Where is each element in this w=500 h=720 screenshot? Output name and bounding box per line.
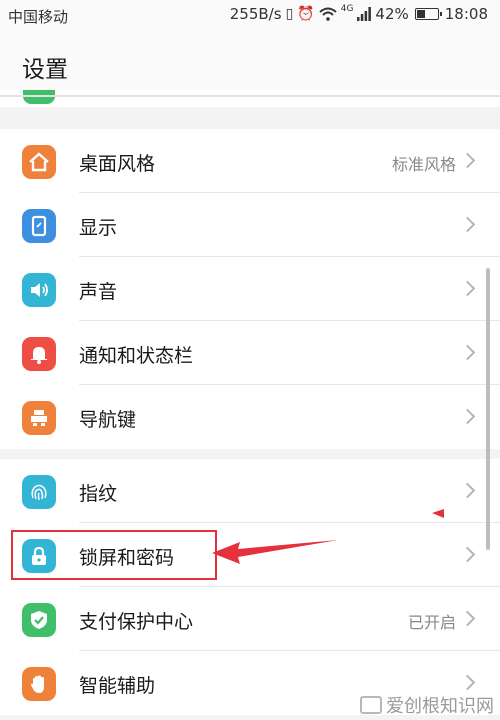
settings-group-security: 指纹 锁屏和密码 支付保护中心 已开启 智能辅助 xyxy=(0,459,500,715)
shield-icon xyxy=(22,603,56,637)
settings-item-value: 标准风格 xyxy=(391,155,456,174)
settings-item-label: 显示 xyxy=(79,217,118,239)
watermark-text: 爱创根知识网 xyxy=(386,696,494,717)
settings-item-navigation[interactable]: 导航键 xyxy=(0,385,500,449)
settings-item-value: 已开启 xyxy=(407,613,456,632)
settings-item-label: 指纹 xyxy=(79,483,118,505)
battery-icon xyxy=(414,8,442,20)
clock: 18:08 xyxy=(444,5,488,23)
network-speed: 255B/s xyxy=(229,5,282,23)
alarm-icon: ⏰ xyxy=(297,6,315,22)
navigation-icon xyxy=(22,401,56,435)
settings-item-bell[interactable]: 通知和状态栏 xyxy=(0,321,500,385)
vibrate-icon: ▯ xyxy=(285,6,294,22)
home-icon xyxy=(22,145,56,179)
chevron-right-icon xyxy=(459,280,476,297)
partial-item-icon xyxy=(23,90,55,104)
hand-icon xyxy=(22,667,56,701)
chevron-right-icon xyxy=(459,216,476,233)
scrollbar[interactable] xyxy=(486,268,490,550)
settings-item-label: 通知和状态栏 xyxy=(79,345,194,367)
carrier-name: 中国移动 xyxy=(8,8,69,26)
watermark-logo xyxy=(360,696,382,714)
display-icon xyxy=(22,209,56,243)
annotation-arrow xyxy=(212,509,444,564)
settings-item-label: 支付保护中心 xyxy=(79,611,194,633)
settings-item-display[interactable]: 显示 xyxy=(0,193,500,257)
wifi-icon xyxy=(319,7,337,21)
watermark: 爱创根知识网 xyxy=(360,692,494,718)
chevron-right-icon xyxy=(459,674,476,691)
status-bar: 中国移动 255B/s ▯ ⏰ 4G 42% 18:08 xyxy=(0,0,500,30)
settings-item-label: 智能辅助 xyxy=(79,675,156,697)
chevron-right-icon xyxy=(459,546,476,563)
title-bar: 设置 xyxy=(0,30,500,96)
page-title: 设置 xyxy=(22,57,68,83)
chevron-right-icon xyxy=(459,610,476,627)
settings-item-label: 桌面风格 xyxy=(79,153,156,175)
header-divider xyxy=(0,95,500,97)
signal-icon xyxy=(357,7,372,21)
settings-group-display: 桌面风格 标准风格显示声音通知和状态栏 导航键 xyxy=(0,129,500,449)
speaker-icon xyxy=(22,273,56,307)
chevron-right-icon xyxy=(459,482,476,499)
network-type: 4G xyxy=(340,4,354,14)
partial-list-item[interactable] xyxy=(0,90,500,107)
bell-icon xyxy=(22,337,56,371)
battery-percent: 42% xyxy=(375,5,409,23)
settings-item-shield[interactable]: 支付保护中心 已开启 xyxy=(0,587,500,651)
highlight-box xyxy=(11,530,217,580)
chevron-right-icon xyxy=(459,344,476,361)
settings-item-label: 声音 xyxy=(79,281,118,303)
settings-item-speaker[interactable]: 声音 xyxy=(0,257,500,321)
chevron-right-icon xyxy=(459,152,476,169)
settings-item-label: 导航键 xyxy=(79,409,137,431)
chevron-right-icon xyxy=(459,408,476,425)
status-icons: 255B/s ▯ ⏰ 4G 42% 18:08 xyxy=(229,4,488,24)
settings-item-home[interactable]: 桌面风格 标准风格 xyxy=(0,129,500,193)
fingerprint-icon xyxy=(22,475,56,509)
